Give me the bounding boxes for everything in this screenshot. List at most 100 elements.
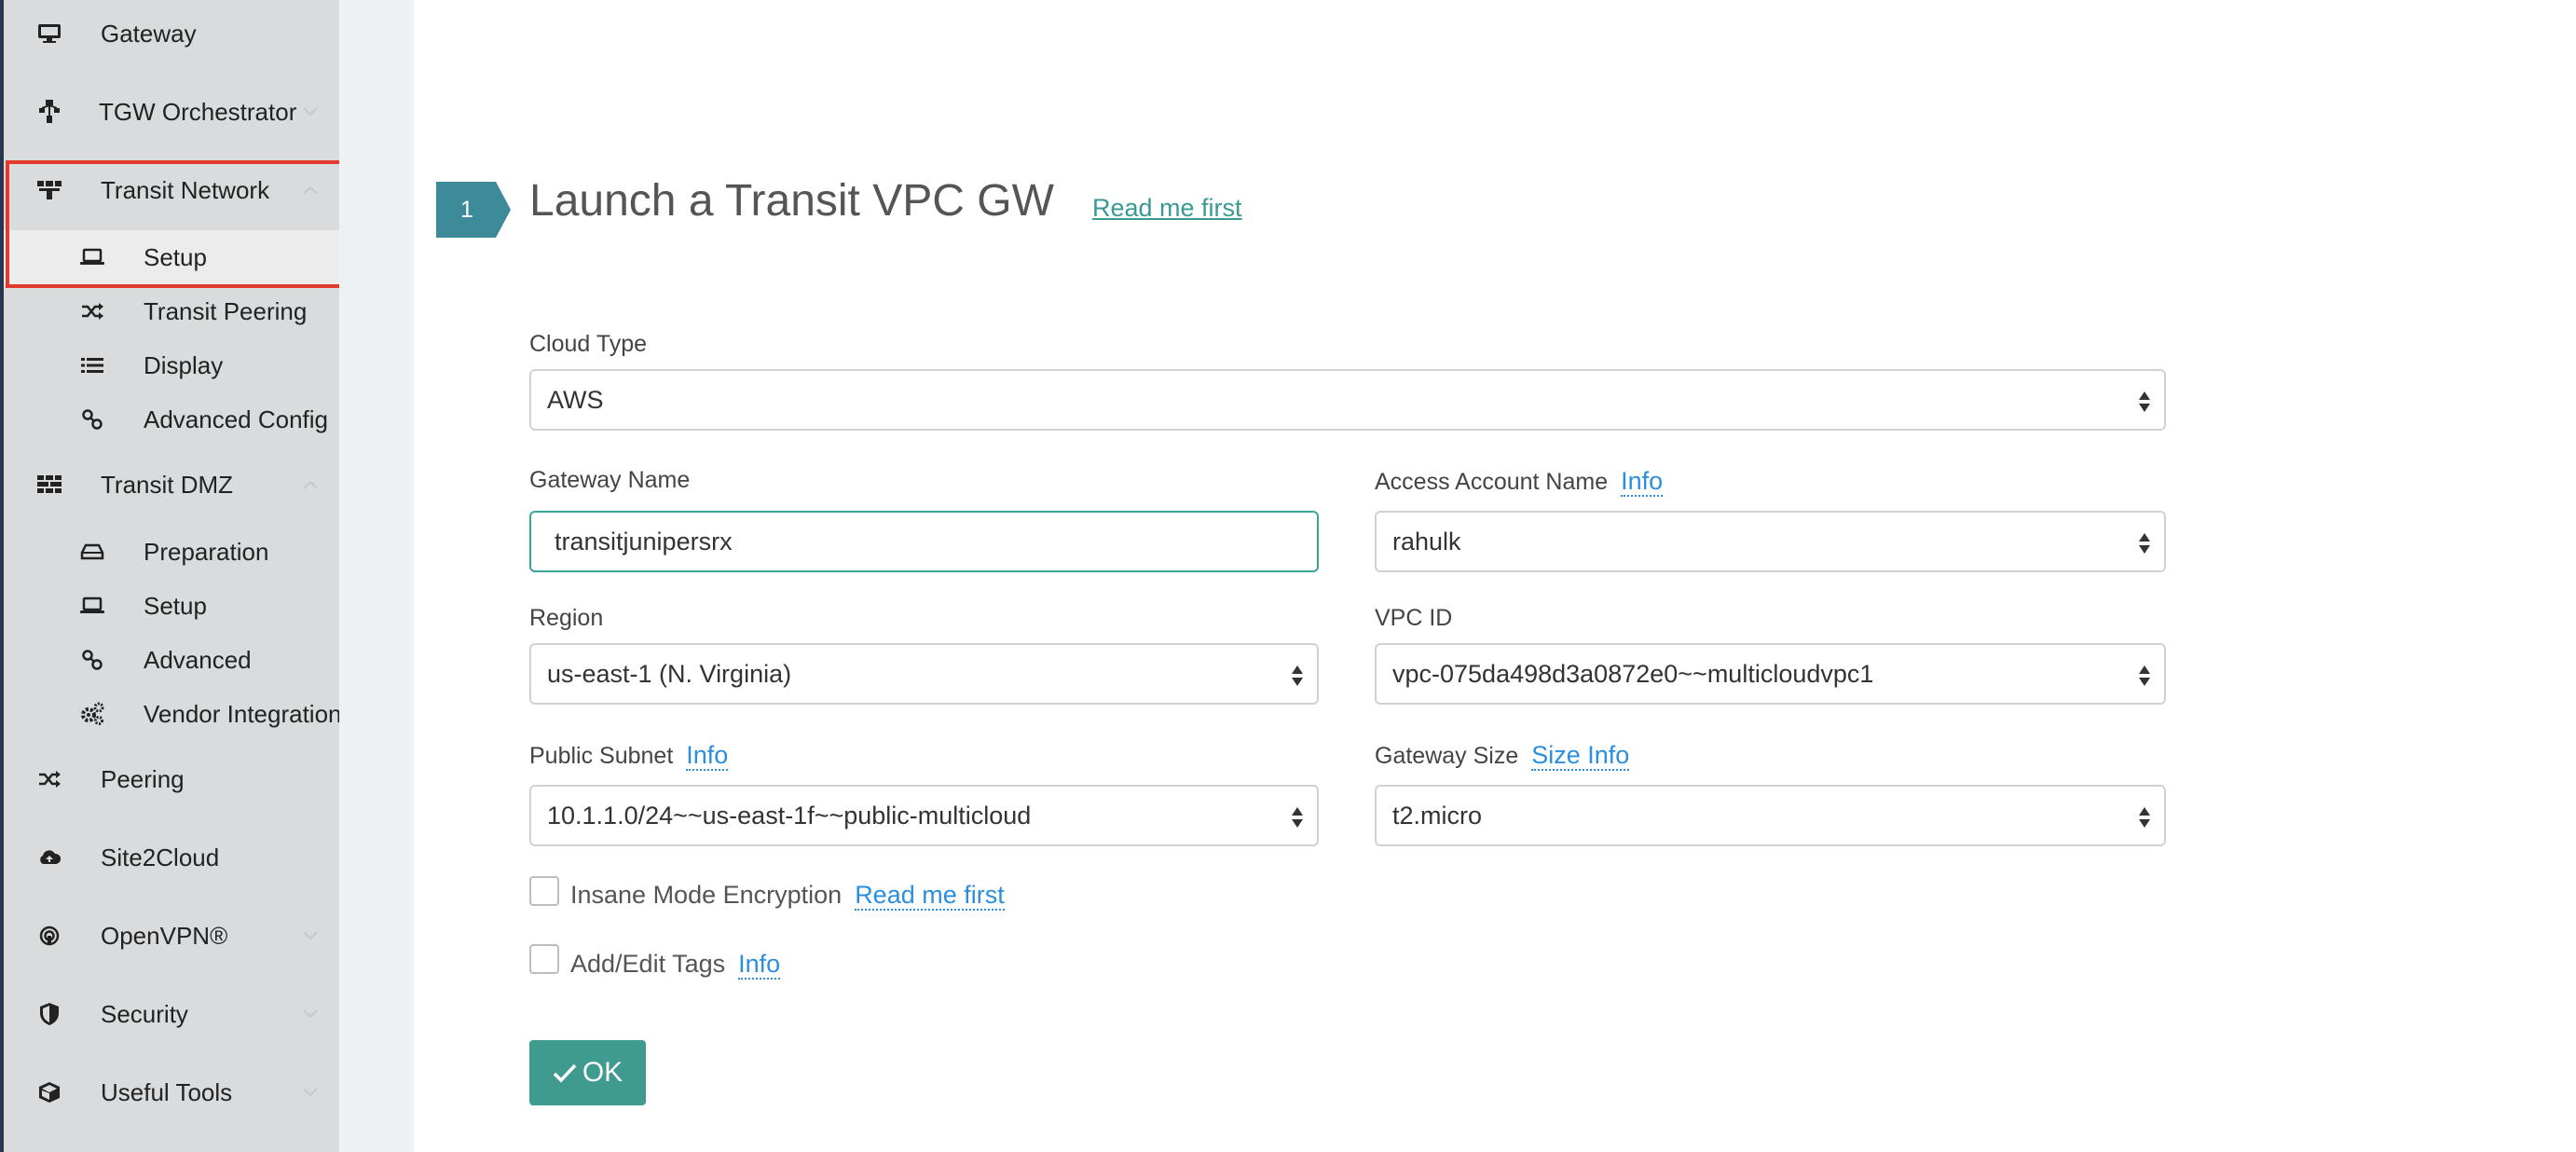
select-arrows-icon (2139, 391, 2150, 412)
firewall-icon (35, 471, 63, 499)
sidebar-item-label: Peering (101, 764, 185, 793)
vpc-id-label: VPC ID (1375, 605, 1453, 631)
gateway-name-value: transitjunipersrx (555, 527, 733, 555)
network-icon (35, 176, 63, 204)
chevron-down-icon[interactable] (300, 926, 321, 946)
public-subnet-select[interactable]: 10.1.1.0/24~~us-east-1f~~public-multiclo… (529, 785, 1319, 846)
sidebar-subitem-transit-peering[interactable]: Transit Peering (4, 284, 339, 338)
chevron-up-icon[interactable] (300, 180, 321, 200)
sidebar-item-site2cloud[interactable]: Site2Cloud (4, 830, 339, 885)
select-arrows-icon (1292, 665, 1303, 686)
sidebar-subitem-label: Vendor Integration (144, 699, 342, 728)
sidebar-item-transit-network[interactable]: Transit Network (4, 162, 339, 218)
cloud-type-value: AWS (547, 385, 604, 414)
read-me-first-link[interactable]: Read me first (1092, 194, 1242, 223)
insane-mode-read-me-link[interactable]: Read me first (855, 881, 1005, 911)
monitor-icon (35, 20, 63, 48)
sidebar-subitem-advanced[interactable]: Advanced (4, 633, 339, 687)
ok-button-label: OK (582, 1057, 623, 1088)
ok-button[interactable]: OK (529, 1040, 646, 1105)
sidebar-subitem-display[interactable]: Display (4, 338, 339, 392)
sidebar-item-label: Site2Cloud (101, 843, 220, 871)
access-account-label-text: Access Account Name (1375, 469, 1609, 495)
sidebar-subitem-setup[interactable]: Setup (4, 230, 339, 284)
list-icon (78, 351, 106, 379)
cube-icon (35, 1078, 63, 1106)
gears-icon (78, 700, 106, 728)
cloud-type-label: Cloud Type (529, 331, 648, 357)
cloud-upload-icon (35, 843, 63, 871)
tags-info-link[interactable]: Info (738, 950, 781, 980)
sidebar-subitem-label: Display (144, 350, 224, 379)
sidebar: Gateway TGW Orchestrator Transit Network… (0, 0, 343, 1152)
gateway-size-select[interactable]: t2.micro (1375, 785, 2166, 846)
select-arrows-icon (2139, 665, 2150, 686)
sidebar-item-label: OpenVPN® (101, 921, 228, 950)
access-account-select[interactable]: rahulk (1375, 511, 2166, 572)
sidebar-subitem-label: Transit Peering (144, 296, 308, 325)
sidebar-subitem-label: Setup (144, 591, 207, 620)
chevron-up-icon[interactable] (300, 474, 321, 495)
sidebar-item-label: Transit Network (101, 175, 270, 204)
shuffle-icon (78, 297, 106, 325)
public-subnet-value: 10.1.1.0/24~~us-east-1f~~public-multiclo… (547, 801, 1032, 830)
tags-label: Add/Edit Tags Info (570, 950, 781, 980)
gateway-size-value: t2.micro (1392, 801, 1483, 830)
vpc-id-select[interactable]: vpc-075da498d3a0872e0~~multicloudvpc1 (1375, 643, 2166, 705)
sidebar-item-gateway[interactable]: Gateway (4, 6, 339, 62)
shield-icon (35, 1000, 63, 1028)
link-icon (78, 405, 106, 433)
link-icon (78, 646, 106, 674)
sidebar-subitem-preparation[interactable]: Preparation (4, 525, 339, 579)
chevron-down-icon[interactable] (300, 1082, 321, 1103)
chevron-down-icon[interactable] (300, 1004, 321, 1024)
shuffle-icon (35, 765, 63, 793)
sidebar-item-label: Useful Tools (101, 1077, 233, 1106)
sidebar-item-transit-dmz[interactable]: Transit DMZ (4, 457, 339, 513)
region-select[interactable]: us-east-1 (N. Virginia) (529, 643, 1319, 705)
cloud-type-select[interactable]: AWS (529, 369, 2166, 431)
tgw-icon (35, 98, 63, 126)
region-label: Region (529, 605, 604, 631)
gateway-size-label: Gateway Size Size Info (1375, 741, 1630, 771)
vpn-icon (35, 922, 63, 950)
page-title: Launch a Transit VPC GW (529, 176, 1054, 226)
gateway-size-info-link[interactable]: Size Info (1531, 741, 1630, 771)
laptop-icon (78, 592, 106, 620)
sidebar-subitem-label: Advanced (144, 645, 252, 674)
gateway-name-label: Gateway Name (529, 467, 691, 493)
gateway-name-input[interactable]: transitjunipersrx (529, 511, 1319, 572)
checkmark-icon (553, 1063, 577, 1083)
public-subnet-label-text: Public Subnet (529, 743, 674, 769)
sidebar-item-useful-tools[interactable]: Useful Tools (4, 1064, 339, 1120)
step-number: 1 (460, 196, 473, 223)
gateway-size-label-text: Gateway Size (1375, 743, 1519, 769)
insane-mode-label: Insane Mode Encryption Read me first (570, 881, 1005, 911)
tags-checkbox[interactable] (529, 944, 559, 974)
content-gutter (339, 0, 414, 1152)
sidebar-subitem-advanced-config[interactable]: Advanced Config (4, 392, 339, 446)
hdd-icon (78, 538, 106, 566)
public-subnet-label: Public Subnet Info (529, 741, 729, 771)
sidebar-subitem-vendor-integration[interactable]: Vendor Integration (4, 687, 342, 741)
sidebar-item-security[interactable]: Security (4, 986, 339, 1042)
sidebar-subitem-dmz-setup[interactable]: Setup (4, 579, 339, 633)
laptop-icon (78, 243, 106, 271)
vpc-id-value: vpc-075da498d3a0872e0~~multicloudvpc1 (1392, 659, 1874, 688)
public-subnet-info-link[interactable]: Info (686, 741, 729, 771)
access-account-value: rahulk (1392, 527, 1461, 555)
tags-label-text: Add/Edit Tags (570, 950, 726, 978)
insane-mode-label-text: Insane Mode Encryption (570, 881, 843, 909)
sidebar-item-openvpn[interactable]: OpenVPN® (4, 908, 339, 964)
insane-mode-checkbox[interactable] (529, 876, 559, 906)
sidebar-item-peering[interactable]: Peering (4, 751, 339, 807)
sidebar-item-label: Gateway (101, 19, 197, 48)
sidebar-subitem-label: Advanced Config (144, 405, 329, 433)
sidebar-item-label: Transit DMZ (101, 470, 234, 499)
sidebar-item-tgw-orchestrator[interactable]: TGW Orchestrator (4, 84, 339, 140)
chevron-down-icon[interactable] (300, 102, 321, 122)
select-arrows-icon (1292, 807, 1303, 828)
select-arrows-icon (2139, 807, 2150, 828)
access-account-label: Access Account Name Info (1375, 467, 1664, 497)
access-account-info-link[interactable]: Info (1621, 467, 1664, 497)
